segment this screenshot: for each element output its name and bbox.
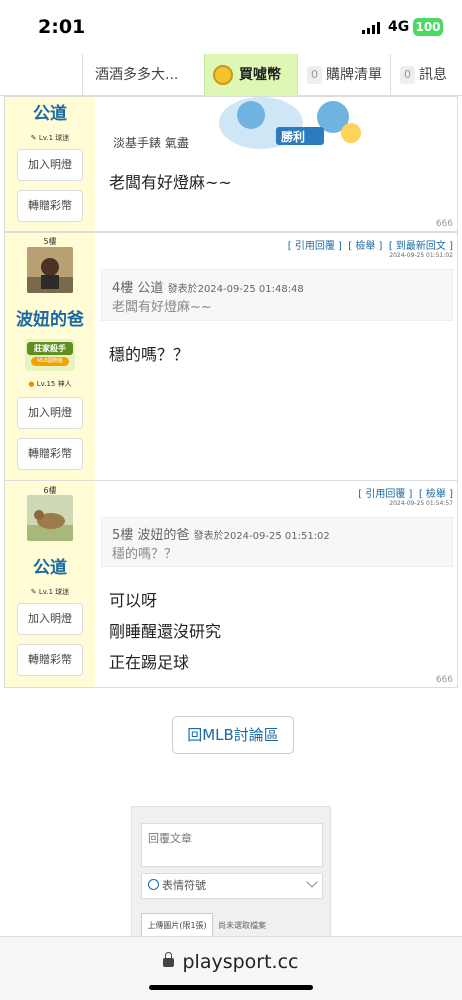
top-tab-bar: 酒酒多多大... 買噓幣 0 購牌清單 0 訊息 xyxy=(0,54,462,96)
post-body: [ 引用回覆 ] [ 檢舉 ] 2024-09-25 01:54:57 5樓 波… xyxy=(97,481,457,687)
add-light-button[interactable]: 加入明燈 xyxy=(17,603,83,635)
status-bar: 2:01 4G 100 xyxy=(0,0,462,54)
quote-text: 穩的嗎？？ xyxy=(112,547,178,562)
user-badge: 莊家殺手 MLB國際盤 xyxy=(25,339,75,371)
home-indicator[interactable] xyxy=(149,985,313,990)
banner-partial-text: 淡基手錶 氣盡 xyxy=(113,135,189,149)
badge-subtitle: MLB國際盤 xyxy=(31,357,69,366)
add-light-button[interactable]: 加入明燈 xyxy=(17,149,83,181)
post-floor-6: 6樓 公道 ✎ Lv.1 球迷 加入明燈 轉贈彩幣 [ 引用回覆 ] [ 檢舉 … xyxy=(4,480,458,688)
view-count: 666 xyxy=(435,219,453,229)
view-count: 666 xyxy=(435,675,453,685)
avatar-image xyxy=(27,495,73,541)
post-message: 老闆有好燈麻~~ xyxy=(109,173,232,192)
avatar[interactable] xyxy=(27,247,73,293)
post-floor-4: 公道 ✎ Lv.1 球迷 加入明燈 轉贈彩幣 淡基手錶 氣盡 勝利 老闆有好燈麻… xyxy=(4,96,458,232)
url-text: playsport.cc xyxy=(182,951,299,973)
post-message-line: 正在踢足球 xyxy=(109,653,190,672)
post-body: 淡基手錶 氣盡 勝利 老闆有好燈麻~~ 666 xyxy=(97,97,457,231)
post-username[interactable]: 公道 xyxy=(5,553,95,578)
tab-buy-label: 買噓幣 xyxy=(239,67,281,83)
post-message-line: 可以呀 xyxy=(109,591,158,610)
emoji-select-label: 表情符號 xyxy=(162,879,206,892)
avatar-image xyxy=(27,247,73,293)
post-actions: [ 引用回覆 ] [ 檢舉 ] [ 到最新回文 ] xyxy=(288,237,453,252)
battery-icon: 100 xyxy=(413,18,443,36)
quote-header: 5樓 波妞的爸 發表於2024-09-25 01:51:02 xyxy=(112,528,330,543)
pencil-icon: ✎ xyxy=(30,134,39,142)
quote-text: 老闆有好燈麻~~ xyxy=(112,300,212,315)
quoted-post: 4樓 公道 發表於2024-09-25 01:48:48 老闆有好燈麻~~ xyxy=(101,269,453,321)
post-author-panel: 5樓 波妞的爸 莊家殺手 MLB國際盤 ● Lv.15 神人 加入明燈 轉贈彩幣 xyxy=(5,233,95,481)
post-body: [ 引用回覆 ] [ 檢舉 ] [ 到最新回文 ] 2024-09-25 01:… xyxy=(97,233,457,481)
smile-icon xyxy=(148,879,159,890)
quote-reply-link[interactable]: [ 引用回覆 ] xyxy=(288,241,342,252)
banner-text: 勝利 xyxy=(281,129,305,144)
chevron-down-icon xyxy=(306,876,318,888)
user-level: ✎ Lv.1 球迷 xyxy=(30,134,70,142)
post-timestamp: 2024-09-25 01:54:57 xyxy=(389,500,453,507)
quote-header: 4樓 公道 發表於2024-09-25 01:48:48 xyxy=(112,281,304,296)
gift-coins-button[interactable]: 轉贈彩幣 xyxy=(17,644,83,676)
back-to-mlb-forum-button[interactable]: 回MLB討論區 xyxy=(172,716,294,754)
tab-buy-coins[interactable]: 買噓幣 xyxy=(204,54,297,96)
post-floor-5: 5樓 波妞的爸 莊家殺手 MLB國際盤 ● Lv.15 神人 加入明燈 轉贈彩幣… xyxy=(4,232,458,482)
post-timestamp: 2024-09-25 01:51:02 xyxy=(389,252,453,259)
quoted-post: 5樓 波妞的爸 發表於2024-09-25 01:51:02 穩的嗎？？ xyxy=(101,517,453,567)
network-type: 4G xyxy=(388,19,410,35)
banner-image: 淡基手錶 氣盡 勝利 xyxy=(113,97,361,149)
tab-cart[interactable]: 0 購牌清單 xyxy=(297,54,390,96)
latest-reply-link[interactable]: [ 到最新回文 ] xyxy=(389,241,453,252)
message-count-badge: 0 xyxy=(400,66,415,84)
gift-coins-button[interactable]: 轉贈彩幣 xyxy=(17,190,83,222)
avatar[interactable] xyxy=(27,495,73,541)
post-actions: [ 引用回覆 ] [ 檢舉 ] xyxy=(358,485,453,500)
report-link[interactable]: [ 檢舉 ] xyxy=(419,489,453,500)
add-light-button[interactable]: 加入明燈 xyxy=(17,397,83,429)
report-link[interactable]: [ 檢舉 ] xyxy=(348,241,382,252)
browser-url-bar[interactable]: playsport.cc xyxy=(0,936,462,1000)
post-author-panel: 6樓 公道 ✎ Lv.1 球迷 加入明燈 轉贈彩幣 xyxy=(5,481,95,687)
post-username[interactable]: 波妞的爸 xyxy=(5,305,95,330)
post-author-panel: 公道 ✎ Lv.1 球迷 加入明燈 轉贈彩幣 xyxy=(5,97,95,231)
tab-cart-label: 購牌清單 xyxy=(326,67,382,83)
no-file-label: 尚未選取檔案 xyxy=(218,921,266,930)
reply-textarea[interactable]: 回覆文章 xyxy=(141,823,323,867)
level-medal-icon: ● xyxy=(28,380,37,388)
user-level: ✎ Lv.1 球迷 xyxy=(30,588,70,596)
pencil-icon: ✎ xyxy=(30,588,39,596)
coin-icon xyxy=(213,65,233,85)
signal-icon xyxy=(362,22,380,34)
emoji-select[interactable]: 表情符號 xyxy=(141,873,323,899)
tab-messages-label: 訊息 xyxy=(419,67,447,83)
post-message-line: 剛睡醒還沒研究 xyxy=(109,622,222,641)
badge-title: 莊家殺手 xyxy=(27,342,73,355)
quote-reply-link[interactable]: [ 引用回覆 ] xyxy=(358,489,412,500)
url-display[interactable]: playsport.cc xyxy=(0,951,462,973)
signature-banner: 淡基手錶 氣盡 勝利 xyxy=(101,97,453,149)
post-username[interactable]: 公道 xyxy=(5,99,95,124)
clock: 2:01 xyxy=(38,16,86,38)
user-level: ● Lv.15 神人 xyxy=(28,380,72,388)
gift-coins-button[interactable]: 轉贈彩幣 xyxy=(17,438,83,470)
post-message: 穩的嗎？？ xyxy=(109,345,190,364)
reply-form: 回覆文章 表情符號 上傳圖片(限1張) 尚未選取檔案 xyxy=(131,806,331,946)
floor-number: 5樓 xyxy=(43,237,57,246)
tab-thread-title[interactable]: 酒酒多多大... xyxy=(82,54,204,96)
cart-count-badge: 0 xyxy=(307,66,322,84)
lock-icon xyxy=(163,952,175,967)
tab-messages[interactable]: 0 訊息 xyxy=(390,54,462,96)
